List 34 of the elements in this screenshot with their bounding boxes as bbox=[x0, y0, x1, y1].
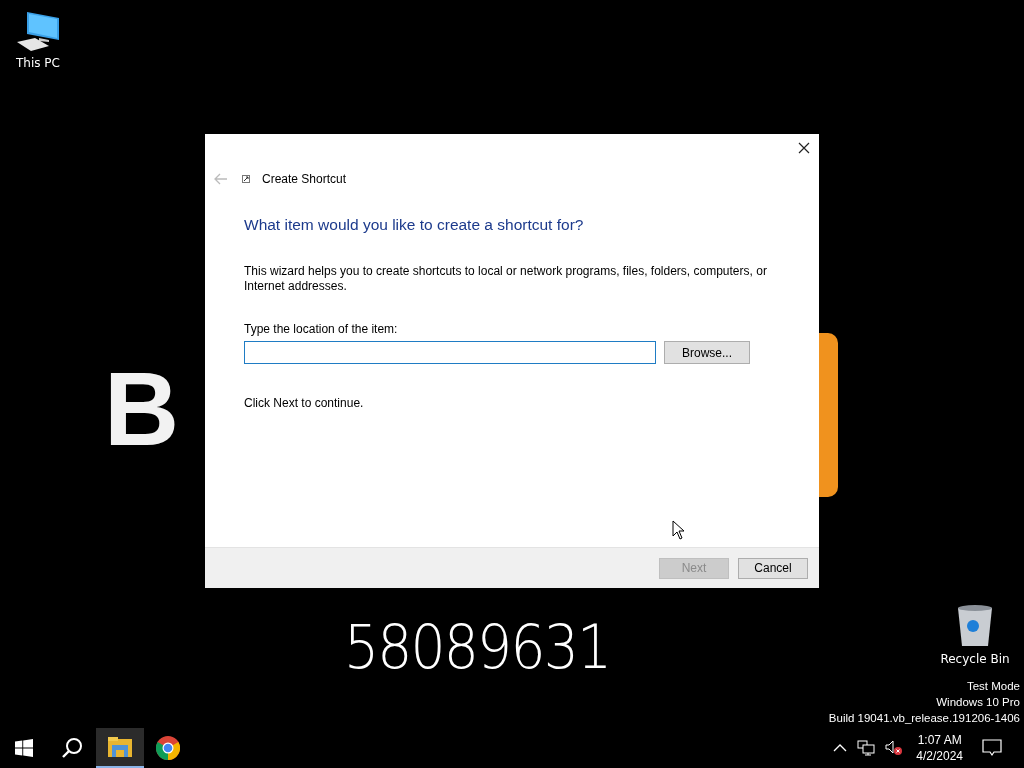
watermark-text: Build 19041.vb_release.191206-1406 bbox=[828, 711, 1020, 726]
watermark-text: Windows 10 Pro bbox=[936, 695, 1020, 710]
watermark-text: Test Mode bbox=[966, 679, 1020, 694]
notification-icon[interactable] bbox=[982, 739, 1002, 757]
shortcut-icon bbox=[242, 175, 250, 183]
time-text: 1:07 AM bbox=[917, 732, 962, 748]
muted-speaker-icon[interactable] bbox=[885, 740, 904, 756]
folder-icon bbox=[108, 737, 132, 757]
date-text: 4/2/2024 bbox=[916, 748, 963, 764]
wallpaper-number: 58089631 bbox=[344, 612, 611, 682]
desktop-shortcut[interactable]: This PC bbox=[0, 10, 76, 70]
icon-label: Recycle Bin bbox=[940, 652, 1010, 666]
taskbar-button[interactable] bbox=[96, 728, 144, 768]
wizard-description: This wizard helps you to create shortcuts to local or network programs, files, folders, computers, or Internet addresses. bbox=[244, 264, 768, 294]
wallpaper-title: B bbox=[104, 352, 180, 467]
hint-text: Click Next to continue. bbox=[244, 396, 365, 410]
field-label: Type the location of the item: bbox=[244, 322, 399, 336]
dialog-button[interactable]: Cancel bbox=[738, 557, 808, 579]
computer-icon bbox=[15, 10, 61, 52]
icon-label: This PC bbox=[16, 56, 60, 70]
browser-icon bbox=[156, 736, 180, 760]
chevron-up-icon[interactable] bbox=[833, 743, 848, 753]
desktop-shortcut[interactable]: Recycle Bin bbox=[937, 604, 1013, 666]
search-icon bbox=[61, 737, 83, 759]
recycle-bin-icon bbox=[955, 604, 995, 648]
close-icon bbox=[798, 142, 810, 154]
browse-button[interactable]: Browse... bbox=[664, 341, 750, 364]
dialog-title: Create Shortcut bbox=[262, 172, 347, 186]
wizard-heading: What item would you like to create a shortcut for? bbox=[244, 216, 585, 234]
windows-icon bbox=[15, 739, 33, 757]
network-icon[interactable] bbox=[857, 740, 876, 756]
clock[interactable]: 1:07 AM 4/2/2024 bbox=[916, 732, 963, 764]
location-field[interactable] bbox=[244, 341, 656, 364]
mouse-pointer-icon bbox=[672, 520, 686, 540]
